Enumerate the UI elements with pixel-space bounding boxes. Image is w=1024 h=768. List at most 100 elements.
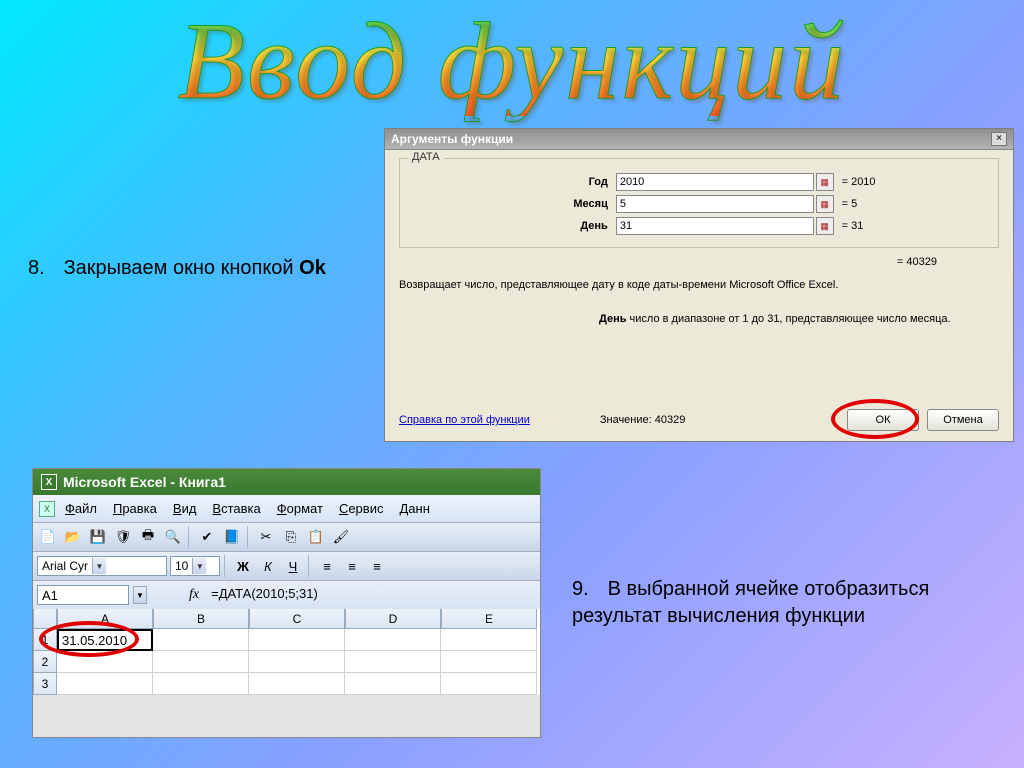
cell-c3[interactable]	[249, 673, 345, 695]
preview-icon[interactable]: 🔍	[162, 526, 184, 548]
name-box[interactable]: A1	[37, 585, 129, 605]
formula-input[interactable]: =ДАТА(2010;5;31)	[207, 585, 536, 605]
worksheet-grid: A B C D E 1 31.05.2010 2 3	[33, 609, 540, 695]
cell-a1[interactable]: 31.05.2010	[57, 629, 153, 651]
help-link[interactable]: Справка по этой функции	[399, 414, 530, 426]
arg-year-input[interactable]	[616, 173, 814, 191]
standard-toolbar: 📄 📂 💾 🛡 🖶 🔍 ✔ 📘 ✂ ⎘ 📋 🖌	[33, 522, 540, 551]
instruction-9: 9. В выбранной ячейке отобразиться резул…	[572, 576, 982, 630]
dialog-titlebar: Аргументы функции ×	[385, 129, 1013, 150]
namebox-dropdown-icon[interactable]: ▼	[133, 586, 147, 604]
row-header-3[interactable]: 3	[33, 673, 57, 695]
spelling-icon[interactable]: ✔	[196, 526, 218, 548]
row-header-2[interactable]: 2	[33, 651, 57, 673]
dialog-title-text: Аргументы функции	[391, 132, 513, 146]
instruction-8: 8. Закрываем окно кнопкой Ok	[28, 255, 326, 282]
instruction-8-number: 8.	[28, 255, 58, 282]
param-help-label: День	[599, 313, 627, 325]
formatting-toolbar: Arial Cyr▼ 10▼ Ж К Ч ≡ ≡ ≡	[33, 551, 540, 580]
arg-year-eq: = 2010	[842, 176, 990, 188]
range-picker-icon[interactable]: ▦	[816, 195, 834, 213]
arg-month-input[interactable]	[616, 195, 814, 213]
cancel-button[interactable]: Отмена	[927, 409, 999, 431]
slide-title: Ввод функций	[0, 0, 1024, 116]
cell-e1[interactable]	[441, 629, 537, 651]
menu-data[interactable]: Данн	[393, 499, 435, 518]
cell-b1[interactable]	[153, 629, 249, 651]
select-all-corner[interactable]	[33, 609, 57, 629]
font-combo[interactable]: Arial Cyr▼	[37, 556, 167, 576]
copy-icon[interactable]: ⎘	[280, 526, 302, 548]
paste-icon[interactable]: 📋	[305, 526, 327, 548]
print-icon[interactable]: 🖶	[137, 526, 159, 548]
arg-month-eq: = 5	[842, 198, 990, 210]
menu-bar: X Файл Правка Вид Вставка Формат Сервис …	[33, 495, 540, 522]
font-size-combo[interactable]: 10▼	[170, 556, 220, 576]
excel-doc-icon: X	[39, 501, 55, 517]
menu-insert[interactable]: Вставка	[206, 499, 266, 518]
cell-d2[interactable]	[345, 651, 441, 673]
cell-c2[interactable]	[249, 651, 345, 673]
value-label: Значение: 40329	[600, 414, 686, 426]
cell-d3[interactable]	[345, 673, 441, 695]
arg-day-input[interactable]	[616, 217, 814, 235]
align-center-icon[interactable]: ≡	[341, 555, 363, 577]
menu-format[interactable]: Формат	[271, 499, 329, 518]
open-icon[interactable]: 📂	[62, 526, 84, 548]
col-header-e[interactable]: E	[441, 609, 537, 629]
cell-b2[interactable]	[153, 651, 249, 673]
menu-file[interactable]: Файл	[59, 499, 103, 518]
arg-month-label: Месяц	[408, 198, 616, 210]
excel-window: X Microsoft Excel - Книга1 X Файл Правка…	[32, 468, 541, 738]
chevron-down-icon: ▼	[192, 558, 206, 574]
underline-button[interactable]: Ч	[282, 555, 304, 577]
excel-title-text: Microsoft Excel - Книга1	[63, 474, 226, 490]
excel-icon: X	[41, 474, 57, 490]
cut-icon[interactable]: ✂	[255, 526, 277, 548]
align-right-icon[interactable]: ≡	[366, 555, 388, 577]
menu-edit[interactable]: Правка	[107, 499, 163, 518]
range-picker-icon[interactable]: ▦	[816, 217, 834, 235]
permission-icon[interactable]: 🛡	[112, 526, 134, 548]
function-description: Возвращает число, представляющее дату в …	[399, 278, 999, 293]
new-icon[interactable]: 📄	[37, 526, 59, 548]
instruction-9-text: В выбранной ячейке отобразиться результа…	[572, 578, 929, 627]
function-arguments-dialog: Аргументы функции × ДАТА Год ▦ = 2010 Ме…	[384, 128, 1014, 442]
align-left-icon[interactable]: ≡	[316, 555, 338, 577]
instruction-8-bold: Ok	[299, 257, 326, 279]
range-picker-icon[interactable]: ▦	[816, 173, 834, 191]
cell-a3[interactable]	[57, 673, 153, 695]
menu-view[interactable]: Вид	[167, 499, 203, 518]
formula-bar: A1 ▼ fx =ДАТА(2010;5;31)	[33, 580, 540, 609]
args-group: ДАТА Год ▦ = 2010 Месяц ▦ = 5 День ▦ = 3…	[399, 158, 999, 248]
excel-titlebar: X Microsoft Excel - Книга1	[33, 469, 540, 495]
bold-button[interactable]: Ж	[232, 555, 254, 577]
col-header-c[interactable]: C	[249, 609, 345, 629]
cell-d1[interactable]	[345, 629, 441, 651]
cell-c1[interactable]	[249, 629, 345, 651]
instruction-8-text: Закрываем окно кнопкой	[64, 257, 300, 279]
col-header-d[interactable]: D	[345, 609, 441, 629]
result-equals: = 40329	[399, 256, 999, 268]
cell-e2[interactable]	[441, 651, 537, 673]
save-icon[interactable]: 💾	[87, 526, 109, 548]
param-help: День число в диапазоне от 1 до 31, предс…	[399, 313, 999, 325]
research-icon[interactable]: 📘	[221, 526, 243, 548]
format-painter-icon[interactable]: 🖌	[330, 526, 352, 548]
ok-button[interactable]: ОК	[847, 409, 919, 431]
cell-b3[interactable]	[153, 673, 249, 695]
row-header-1[interactable]: 1	[33, 629, 57, 651]
col-header-b[interactable]: B	[153, 609, 249, 629]
param-help-text: число в диапазоне от 1 до 31, представля…	[627, 313, 951, 325]
menu-tools[interactable]: Сервис	[333, 499, 390, 518]
cell-e3[interactable]	[441, 673, 537, 695]
italic-button[interactable]: К	[257, 555, 279, 577]
args-group-legend: ДАТА	[408, 151, 444, 163]
cell-a2[interactable]	[57, 651, 153, 673]
arg-day-eq: = 31	[842, 220, 990, 232]
arg-day-label: День	[408, 220, 616, 232]
fx-icon[interactable]: fx	[185, 587, 203, 603]
close-icon[interactable]: ×	[991, 132, 1007, 146]
instruction-9-number: 9.	[572, 576, 602, 603]
col-header-a[interactable]: A	[57, 609, 153, 629]
